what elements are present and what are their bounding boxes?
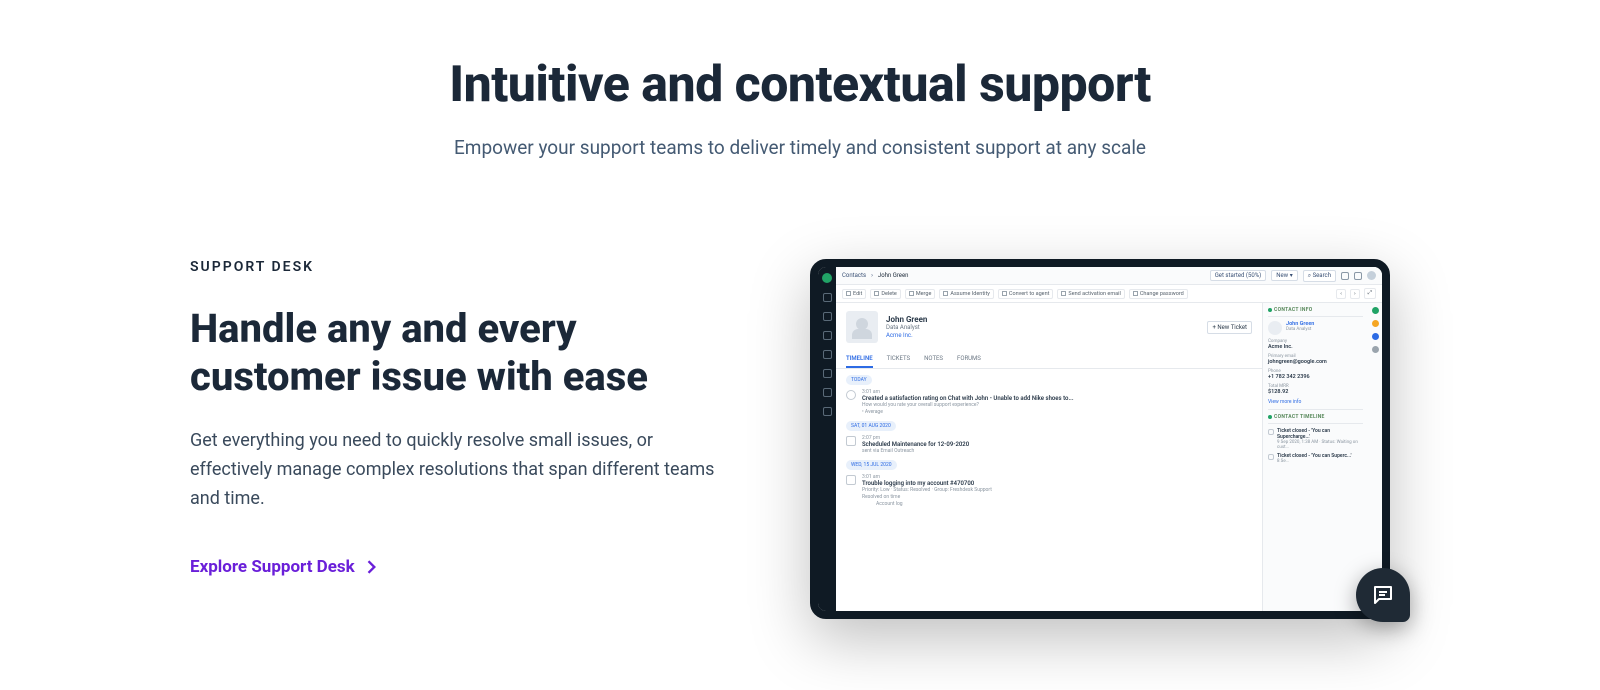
rail-status-icon[interactable] — [1372, 307, 1379, 314]
assume-identity-button[interactable]: Assume Identity — [939, 289, 994, 299]
page-title: Intuitive and contextual support — [0, 56, 1600, 114]
chevron-right-icon — [367, 560, 377, 574]
contact-avatar — [846, 311, 878, 343]
contact-side-panel: CONTACT INFO John Green Data Analyst Com… — [1262, 303, 1382, 611]
mail-icon — [846, 475, 856, 485]
get-started-button[interactable]: Get started (50%) — [1210, 270, 1267, 281]
expand-button[interactable]: ⤢ — [1364, 288, 1376, 299]
convert-to-agent-button[interactable]: Convert to agent — [998, 289, 1054, 299]
send-activation-email-button[interactable]: Send activation email — [1057, 289, 1124, 299]
user-avatar[interactable] — [1367, 271, 1376, 280]
rail-status-icon[interactable] — [1372, 320, 1379, 327]
ticket-icon — [1268, 429, 1274, 435]
new-button[interactable]: New ▾ — [1271, 270, 1297, 281]
chat-widget-button[interactable] — [1356, 568, 1410, 622]
tab-timeline[interactable]: TIMELINE — [846, 351, 873, 368]
date-chip: SAT, 01 AUG 2020 — [846, 421, 896, 431]
timeline-side-item[interactable]: Ticket closed - 'You can Supercharge...'… — [1268, 428, 1363, 450]
timeline-item[interactable]: 3:01 am Trouble logging into my account … — [846, 474, 1252, 507]
side-icon-rail — [1368, 303, 1382, 611]
sidebar-nav-icon[interactable] — [823, 407, 832, 416]
search-button[interactable]: ⌕ Search — [1303, 270, 1336, 282]
breadcrumb-current: John Green — [878, 272, 909, 279]
sidebar-nav-icon[interactable] — [823, 350, 832, 359]
tab-notes[interactable]: NOTES — [924, 351, 943, 368]
contact-tabs: TIMELINE TICKETS NOTES FORUMS — [836, 351, 1262, 369]
next-button[interactable]: › — [1350, 289, 1360, 299]
contact-name: John Green — [886, 315, 927, 324]
date-chip: TODAY — [846, 375, 872, 385]
contact-info-title[interactable]: CONTACT INFO — [1268, 307, 1363, 317]
timeline-side-item[interactable]: Ticket closed - 'You can Superc...'8 Se.… — [1268, 453, 1363, 464]
view-more-info-link[interactable]: View more info — [1268, 399, 1363, 405]
change-password-button[interactable]: Change password — [1129, 289, 1188, 299]
section-eyebrow: SUPPORT DESK — [190, 259, 750, 275]
breadcrumb-sep: › — [871, 272, 873, 279]
ticket-icon — [1268, 454, 1274, 460]
timeline-feed: TODAY 3:01 am Created a satisfaction rat… — [836, 369, 1262, 611]
date-chip: WED, 15 JUL 2020 — [846, 460, 897, 470]
tab-forums[interactable]: FORUMS — [957, 351, 981, 368]
explore-support-desk-link[interactable]: Explore Support Desk — [190, 557, 377, 577]
cta-label: Explore Support Desk — [190, 557, 355, 577]
sidebar-nav-icon[interactable] — [823, 388, 832, 397]
action-bar: Edit Delete Merge Assume Identity Conver… — [836, 285, 1382, 303]
product-screenshot: Contacts › John Green Get started (50%) … — [810, 259, 1390, 619]
contact-timeline-title[interactable]: CONTACT TIMELINE — [1268, 414, 1363, 424]
rating-icon — [846, 390, 856, 400]
share-icon[interactable] — [1354, 272, 1362, 280]
sidebar-nav-icon[interactable] — [823, 331, 832, 340]
breadcrumb-root[interactable]: Contacts — [842, 272, 866, 279]
contact-role: Data Analyst — [886, 324, 927, 331]
prev-button[interactable]: ‹ — [1336, 289, 1346, 299]
section-heading: Handle any and every customer issue with… — [190, 305, 750, 401]
timeline-item[interactable]: 2:07 pm Scheduled Maintenance for 12-09-… — [846, 435, 1252, 454]
rail-status-icon[interactable] — [1372, 333, 1379, 340]
page-subtitle: Empower your support teams to deliver ti… — [0, 136, 1600, 159]
merge-button[interactable]: Merge — [905, 289, 936, 299]
mail-icon — [846, 436, 856, 446]
rail-status-icon[interactable] — [1372, 346, 1379, 353]
edit-button[interactable]: Edit — [842, 289, 866, 299]
bell-icon[interactable] — [1341, 272, 1349, 280]
delete-button[interactable]: Delete — [870, 289, 901, 299]
contact-company-link[interactable]: Acme Inc. — [886, 332, 927, 339]
contact-profile-header: John Green Data Analyst Acme Inc. + New … — [836, 303, 1262, 351]
new-ticket-button[interactable]: + New Ticket — [1207, 321, 1252, 334]
timeline-item[interactable]: 3:01 am Created a satisfaction rating on… — [846, 389, 1252, 415]
app-sidebar — [818, 267, 836, 611]
app-logo-icon — [822, 273, 832, 283]
sidebar-nav-icon[interactable] — [823, 293, 832, 302]
tab-tickets[interactable]: TICKETS — [887, 351, 910, 368]
sidebar-nav-icon[interactable] — [823, 312, 832, 321]
avatar-icon — [1268, 321, 1282, 335]
section-body: Get everything you need to quickly resol… — [190, 427, 730, 513]
app-topbar: Contacts › John Green Get started (50%) … — [836, 267, 1382, 285]
sidebar-nav-icon[interactable] — [823, 369, 832, 378]
chat-icon — [1371, 583, 1395, 607]
